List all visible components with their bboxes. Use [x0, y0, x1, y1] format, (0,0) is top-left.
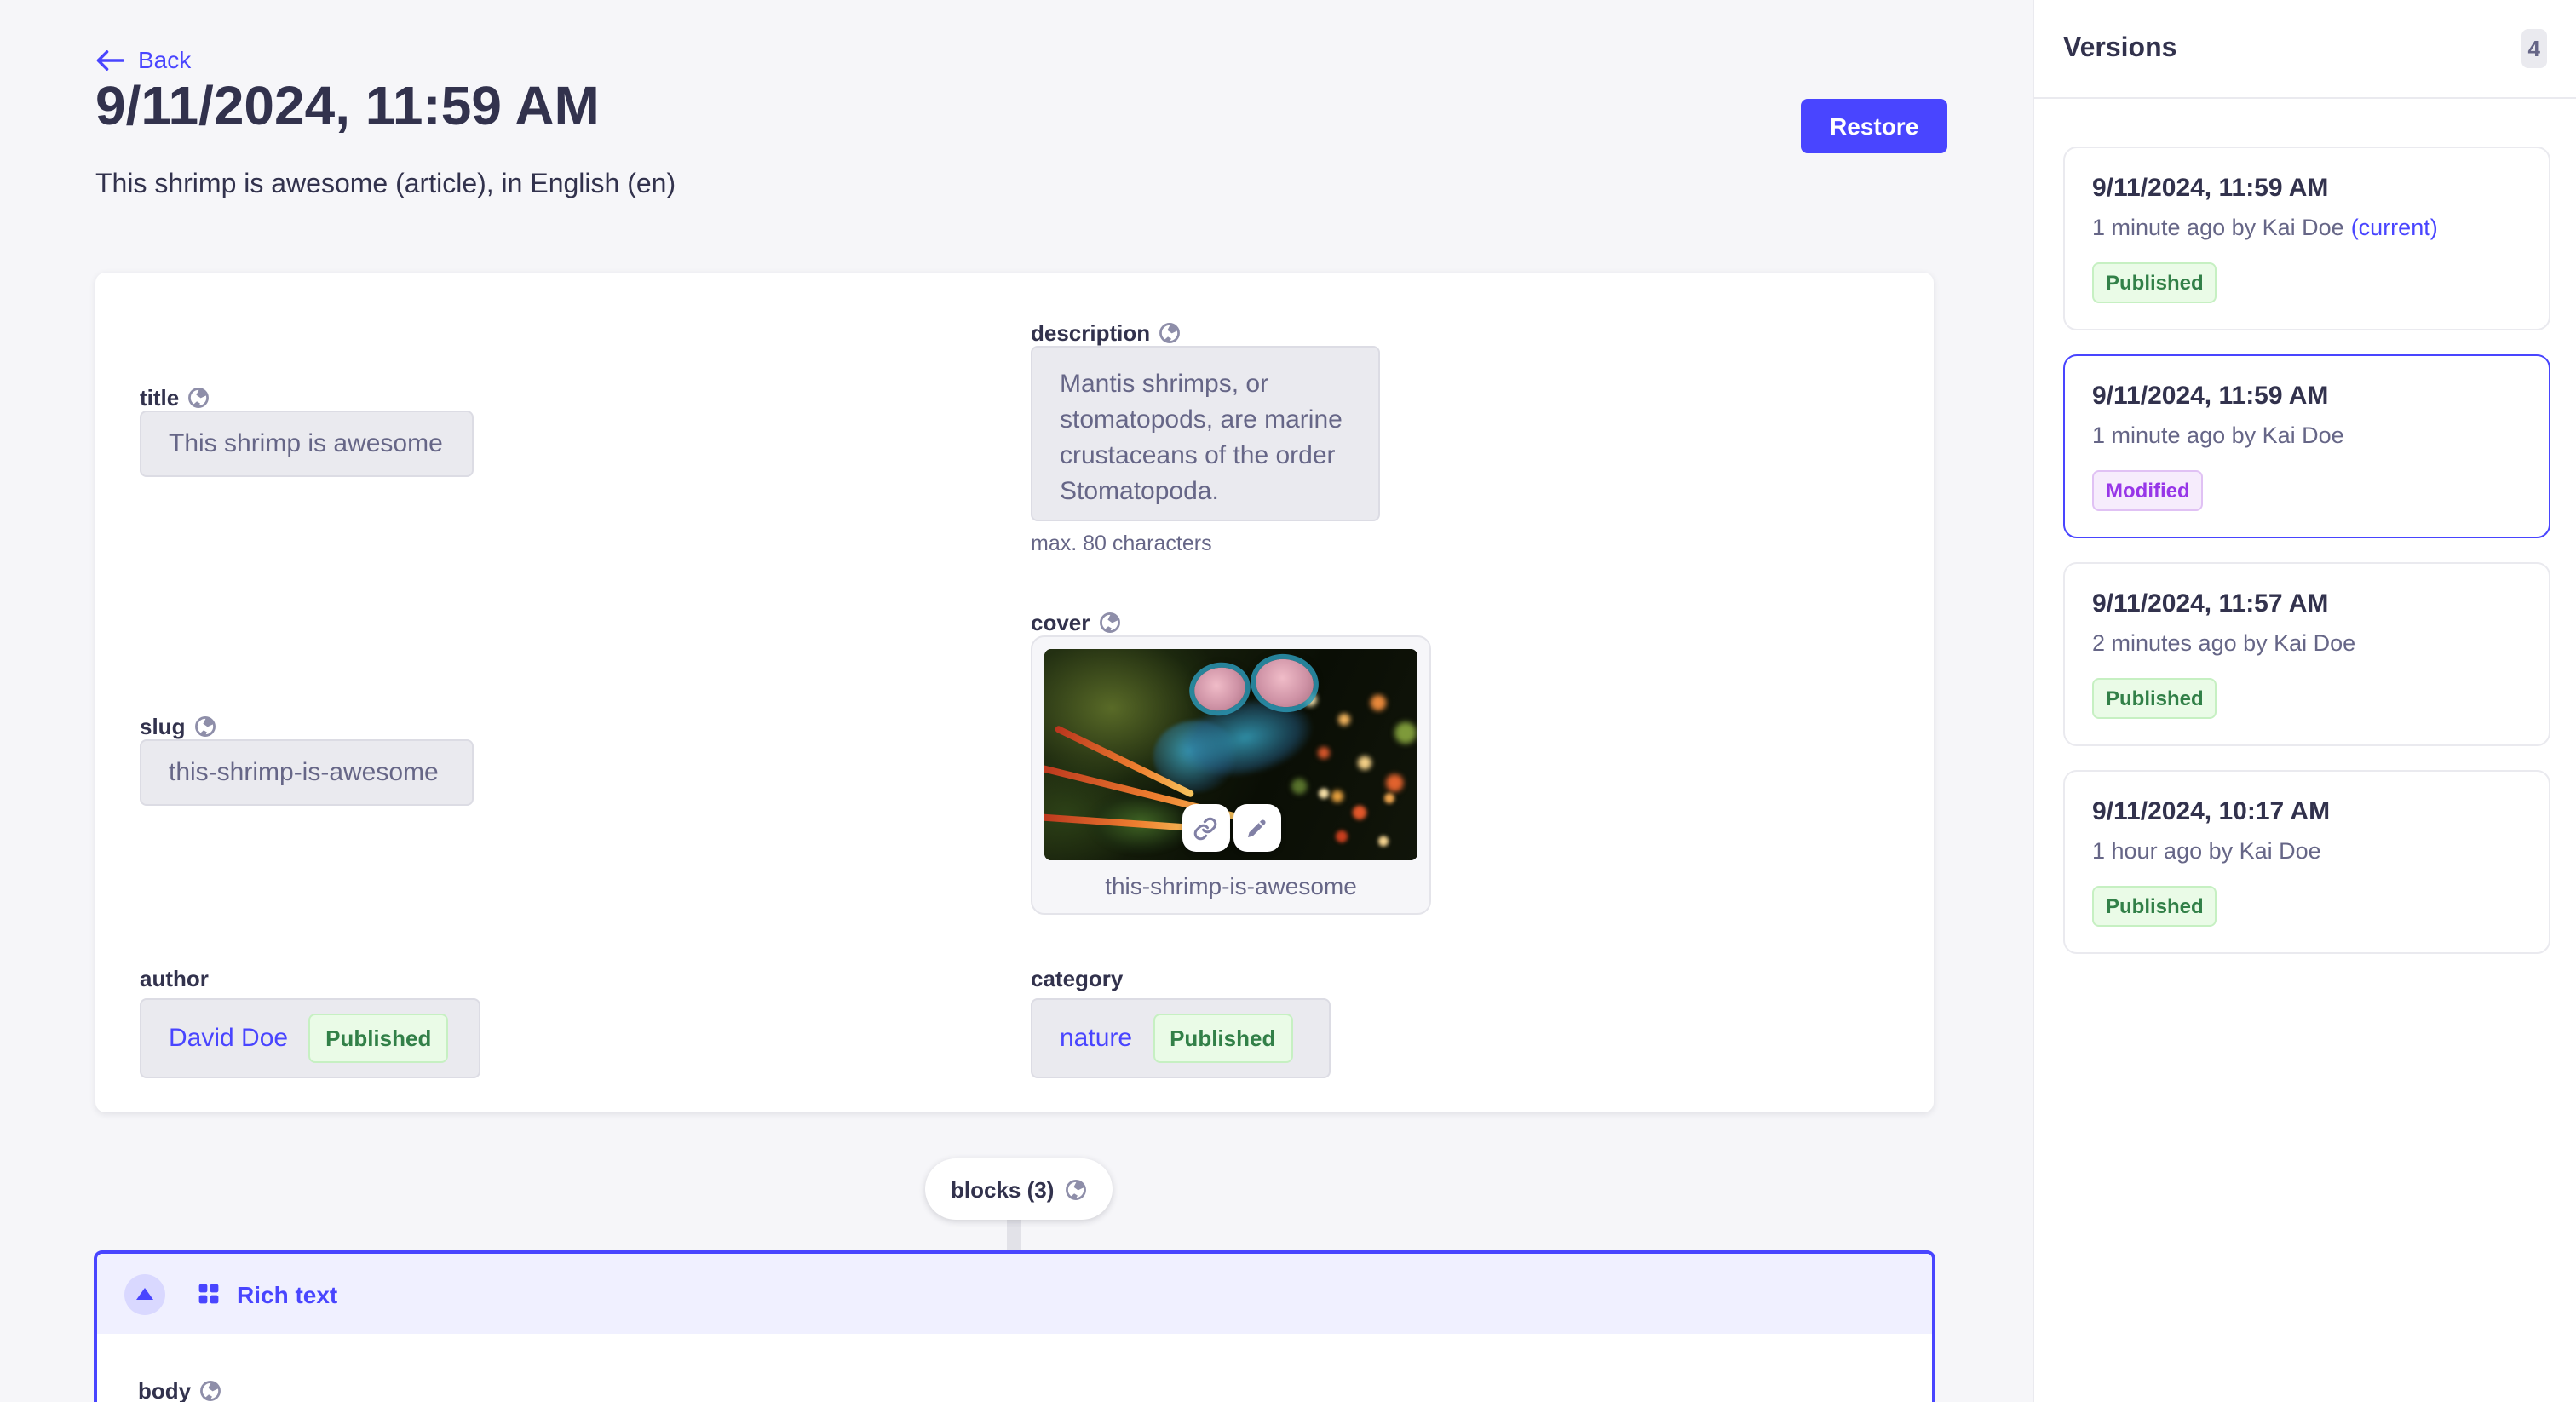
title-field: title This shrimp is awesome: [140, 383, 474, 477]
globe-icon: [1159, 321, 1181, 343]
slug-field: slug this-shrimp-is-awesome: [140, 712, 474, 806]
blocks-pill-label: blocks (3): [951, 1176, 1054, 1202]
versions-header: Versions 4: [2034, 0, 2576, 99]
version-date: 9/11/2024, 11:59 AM: [2092, 174, 2521, 203]
restore-button[interactable]: Restore: [1801, 99, 1947, 153]
back-arrow-icon: [95, 49, 124, 71]
category-field: category nature Published: [1031, 964, 1331, 1078]
version-card-2-selected[interactable]: 9/11/2024, 11:59 AM 1 minute ago by Kai …: [2063, 354, 2550, 538]
version-date: 9/11/2024, 10:17 AM: [2092, 797, 2521, 826]
globe-icon: [187, 386, 210, 408]
version-history-page: Back 9/11/2024, 11:59 AM This shrimp is …: [0, 0, 2576, 1402]
description-textarea: Mantis shrimps, or stomatopods, are mari…: [1031, 346, 1380, 521]
description-hint: max. 80 characters: [1031, 531, 1380, 555]
version-meta: 1 minute ago by Kai Doe: [2092, 422, 2521, 448]
cover-field-label: cover: [1031, 609, 1090, 635]
slug-input: this-shrimp-is-awesome: [140, 739, 474, 806]
collapse-arrow-icon: [136, 1288, 153, 1300]
version-date: 9/11/2024, 11:59 AM: [2092, 382, 2521, 411]
title-field-label: title: [140, 384, 179, 410]
cover-field: cover: [1031, 608, 1431, 915]
version-card-4[interactable]: 9/11/2024, 10:17 AM 1 hour ago by Kai Do…: [2063, 770, 2550, 954]
page-subtitle: This shrimp is awesome (article), in Eng…: [95, 170, 676, 201]
version-status-badge: Published: [2092, 886, 2217, 927]
version-meta: 1 hour ago by Kai Doe: [2092, 838, 2521, 864]
edit-icon: [1244, 815, 1269, 841]
author-link[interactable]: David Doe: [169, 1024, 288, 1053]
copy-link-button[interactable]: [1182, 804, 1229, 852]
description-field: description Mantis shrimps, or stomatopo…: [1031, 319, 1380, 555]
author-status-badge: Published: [308, 1014, 448, 1063]
description-field-label: description: [1031, 319, 1150, 345]
blocks-pill: blocks (3): [925, 1158, 1112, 1220]
versions-title: Versions: [2063, 33, 2176, 64]
globe-icon: [193, 715, 216, 737]
version-status-badge: Published: [2092, 262, 2217, 303]
version-status-badge: Modified: [2092, 470, 2204, 511]
author-field: author David Doe Published: [140, 964, 480, 1078]
page-title: 9/11/2024, 11:59 AM: [95, 75, 600, 138]
versions-sidebar: Versions 4 9/11/2024, 11:59 AM 1 minute …: [2033, 0, 2576, 1402]
version-card-1[interactable]: 9/11/2024, 11:59 AM 1 minute ago by Kai …: [2063, 147, 2550, 330]
cover-media-card: this-shrimp-is-awesome: [1031, 635, 1431, 915]
category-relation-box: nature Published: [1031, 998, 1331, 1078]
edit-button[interactable]: [1233, 804, 1280, 852]
cover-caption: this-shrimp-is-awesome: [1032, 872, 1429, 899]
collapse-button[interactable]: [124, 1273, 165, 1314]
category-status-badge: Published: [1153, 1014, 1292, 1063]
version-meta: 1 minute ago by Kai Doe(current): [2092, 215, 2521, 240]
globe-icon: [1064, 1178, 1086, 1200]
category-field-label: category: [1031, 965, 1123, 991]
rich-text-block-title: Rich text: [237, 1280, 337, 1307]
author-relation-box: David Doe Published: [140, 998, 480, 1078]
rich-text-block-body: body: [97, 1334, 1932, 1402]
entry-fields-card: title This shrimp is awesome slug this-s…: [95, 273, 1934, 1112]
author-field-label: author: [140, 965, 209, 991]
body-field-label: body: [138, 1377, 191, 1402]
rich-text-block: Rich text body: [94, 1250, 1935, 1402]
version-status-badge: Published: [2092, 678, 2217, 719]
back-link[interactable]: Back: [95, 46, 191, 73]
link-icon: [1193, 815, 1218, 841]
component-grid-icon: [198, 1283, 220, 1305]
title-input: This shrimp is awesome: [140, 411, 474, 477]
back-label: Back: [138, 46, 191, 73]
cover-image: [1044, 649, 1417, 860]
versions-count-badge: 4: [2521, 29, 2547, 68]
rich-text-block-header: Rich text: [97, 1254, 1932, 1334]
slug-field-label: slug: [140, 713, 185, 738]
versions-list: 9/11/2024, 11:59 AM 1 minute ago by Kai …: [2034, 99, 2576, 954]
version-card-3[interactable]: 9/11/2024, 11:57 AM 2 minutes ago by Kai…: [2063, 562, 2550, 746]
version-meta: 2 minutes ago by Kai Doe: [2092, 630, 2521, 656]
globe-icon: [199, 1379, 221, 1401]
version-current-label: (current): [2351, 215, 2438, 240]
globe-icon: [1098, 611, 1120, 633]
category-link[interactable]: nature: [1060, 1024, 1132, 1053]
version-date: 9/11/2024, 11:57 AM: [2092, 589, 2521, 618]
